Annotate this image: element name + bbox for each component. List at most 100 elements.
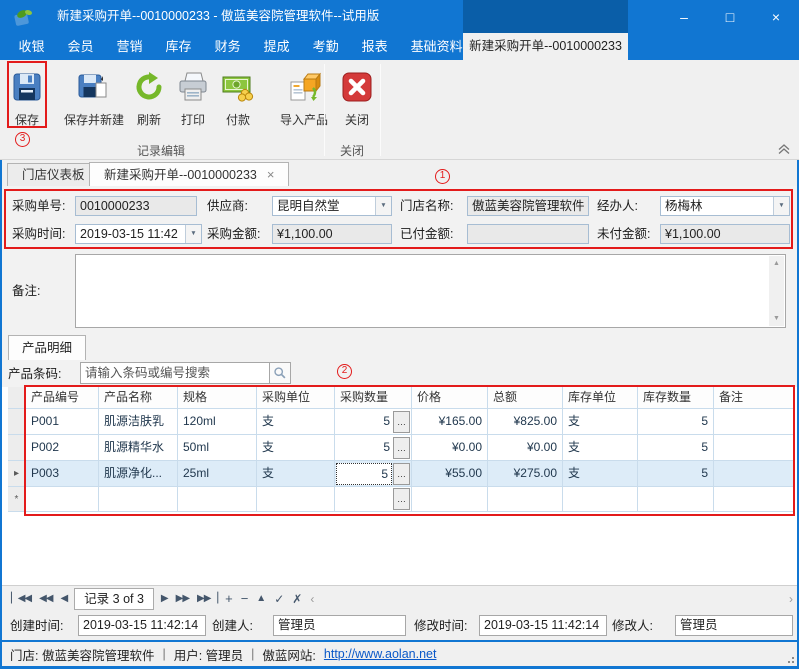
order-header-form: 采购单号: 0010000233 供应商: 昆明自然堂 ▼ 门店名称: 傲蓝美容… — [2, 186, 797, 250]
close-window-icon — [340, 70, 374, 104]
active-tab-header-block — [463, 0, 628, 33]
print-icon — [176, 70, 210, 104]
save-and-new-button[interactable]: 保存并新建 — [52, 64, 136, 138]
ribbon-tab-new-purchase-order[interactable]: 新建采购开单--0010000233 — [463, 33, 628, 60]
status-separator: | — [162, 647, 165, 661]
record-count-label: 记录 3 of 3 — [74, 588, 154, 610]
menu-item-finance[interactable]: 财务 — [203, 33, 252, 60]
app-window: 新建采购开单--0010000233 - 傲蓝美容院管理软件--试用版 – □ … — [0, 0, 799, 669]
annotation-box-save — [7, 61, 47, 128]
remarks-section: 备注: ▲ ▼ — [2, 250, 797, 332]
nav-scroll-right-icon[interactable]: › — [789, 592, 797, 606]
refresh-button[interactable]: 刷新 — [128, 64, 170, 138]
status-separator: | — [251, 647, 254, 661]
print-button-label: 打印 — [181, 111, 205, 128]
close-form-button[interactable]: 关闭 — [334, 64, 380, 138]
barcode-search-row: 产品条码: 2 — [2, 360, 797, 387]
menu-item-members[interactable]: 会员 — [56, 33, 105, 60]
menu-item-cashier[interactable]: 收银 — [7, 33, 56, 60]
nav-append-button[interactable]: + — [221, 587, 237, 611]
tab-close-icon[interactable]: × — [267, 168, 275, 181]
remarks-label: 备注: — [12, 281, 40, 301]
document-tab-strip: 门店仪表板 新建采购开单--0010000233 × — [0, 160, 799, 186]
tab-product-detail[interactable]: 产品明细 — [8, 335, 86, 360]
menu-item-reports[interactable]: 报表 — [350, 33, 399, 60]
nav-last-button[interactable]: ▶▶▕ — [193, 587, 221, 611]
nav-first-button[interactable]: ▏◀◀ — [7, 587, 35, 611]
ribbon-toolbar: 保存 保存并新建 刷新 — [0, 60, 799, 160]
remarks-textarea[interactable]: ▲ ▼ — [75, 254, 786, 328]
annotation-box-form — [4, 189, 793, 249]
menu-bar: 收银 会员 营销 库存 财务 提成 考勤 报表 基础资料 工具面板 新建采购开单… — [0, 33, 799, 60]
barcode-search-input[interactable] — [80, 362, 270, 384]
ribbon-separator — [380, 64, 381, 156]
scroll-up-icon[interactable]: ▲ — [769, 256, 784, 271]
created-time-field: 2019-03-15 11:42:14 — [78, 615, 206, 636]
nav-refresh-button[interactable]: ‹ — [306, 587, 318, 611]
nav-prev-button[interactable]: ◀ — [56, 587, 71, 611]
nav-next-page-button[interactable]: ▶▶ — [172, 587, 193, 611]
barcode-search-button[interactable] — [270, 362, 291, 384]
created-by-label: 创建人: — [212, 616, 253, 637]
ribbon-group-record-edit: 记录编辑 — [0, 142, 322, 159]
modified-by-field: 管理员 — [675, 615, 793, 636]
annotation-circle-1: 1 — [435, 169, 450, 184]
modified-by-label: 修改人: — [612, 616, 653, 637]
created-time-label: 创建时间: — [10, 616, 63, 637]
payment-button[interactable]: 付款 — [214, 64, 262, 138]
record-navigator: ▏◀◀ ◀◀ ◀ 记录 3 of 3 ▶ ▶▶ ▶▶▕ + − ▲ ✓ ✗ ‹ … — [2, 585, 797, 611]
import-product-icon — [287, 70, 321, 104]
tab-store-dashboard[interactable]: 门店仪表板 — [7, 163, 100, 186]
nav-cancel-button[interactable]: ✗ — [288, 587, 306, 611]
refresh-button-label: 刷新 — [137, 111, 161, 128]
tab-new-purchase-order-label: 新建采购开单--0010000233 — [104, 164, 257, 186]
search-icon — [273, 366, 287, 380]
status-bar: 门店: 傲蓝美容院管理软件 | 用户: 管理员 | 傲蓝网站: http://w… — [2, 640, 797, 666]
nav-delete-button[interactable]: − — [237, 587, 253, 611]
tab-new-purchase-order[interactable]: 新建采购开单--0010000233 × — [89, 162, 289, 186]
audit-info-bar: 创建时间: 2019-03-15 11:42:14 创建人: 管理员 修改时间:… — [2, 611, 797, 640]
title-bar: 新建采购开单--0010000233 - 傲蓝美容院管理软件--试用版 – □ … — [0, 0, 799, 33]
nav-prev-page-button[interactable]: ◀◀ — [35, 587, 56, 611]
ribbon-group-close: 关闭 — [324, 142, 380, 159]
annotation-circle-3: 3 — [15, 132, 30, 147]
annotation-circle-2: 2 — [337, 364, 352, 379]
nav-post-button[interactable]: ✓ — [270, 587, 288, 611]
detail-tab-strip: 产品明细 — [2, 332, 797, 360]
maximize-button[interactable]: □ — [707, 0, 753, 33]
created-by-field: 管理员 — [273, 615, 406, 636]
status-website-label: 傲蓝网站: — [262, 645, 315, 664]
modified-time-field: 2019-03-15 11:42:14 — [479, 615, 607, 636]
nav-next-button[interactable]: ▶ — [157, 587, 172, 611]
close-form-button-label: 关闭 — [345, 111, 369, 128]
menu-item-inventory[interactable]: 库存 — [154, 33, 203, 60]
menu-item-commission[interactable]: 提成 — [252, 33, 301, 60]
print-button[interactable]: 打印 — [172, 64, 214, 138]
collapse-ribbon-icon[interactable] — [777, 144, 791, 155]
import-product-button[interactable]: 导入产品 — [268, 64, 340, 138]
window-border — [0, 160, 2, 669]
payment-icon — [221, 70, 255, 104]
status-store: 门店: 傲蓝美容院管理软件 — [10, 645, 154, 664]
import-product-button-label: 导入产品 — [280, 111, 328, 128]
minimize-button[interactable]: – — [661, 0, 707, 33]
modified-time-label: 修改时间: — [414, 616, 467, 637]
refresh-icon — [132, 70, 166, 104]
menu-item-attendance[interactable]: 考勤 — [301, 33, 350, 60]
website-link[interactable]: http://www.aolan.net — [324, 647, 437, 661]
scroll-down-icon[interactable]: ▼ — [769, 311, 784, 326]
resize-grip[interactable] — [785, 654, 794, 663]
payment-button-label: 付款 — [226, 111, 250, 128]
grid-empty-area — [2, 516, 797, 585]
nav-edit-button[interactable]: ▲ — [252, 587, 270, 611]
window-title: 新建采购开单--0010000233 - 傲蓝美容院管理软件--试用版 — [57, 0, 379, 33]
status-user: 用户: 管理员 — [174, 645, 243, 664]
close-button[interactable]: × — [753, 0, 799, 33]
barcode-label: 产品条码: — [8, 364, 61, 384]
app-logo-leaf-icon — [12, 5, 36, 29]
annotation-box-grid — [24, 385, 795, 516]
remarks-scrollbar[interactable]: ▲ ▼ — [769, 256, 784, 326]
menu-item-marketing[interactable]: 营销 — [105, 33, 154, 60]
save-and-new-button-label: 保存并新建 — [64, 111, 124, 128]
tab-store-dashboard-label: 门店仪表板 — [22, 168, 85, 182]
